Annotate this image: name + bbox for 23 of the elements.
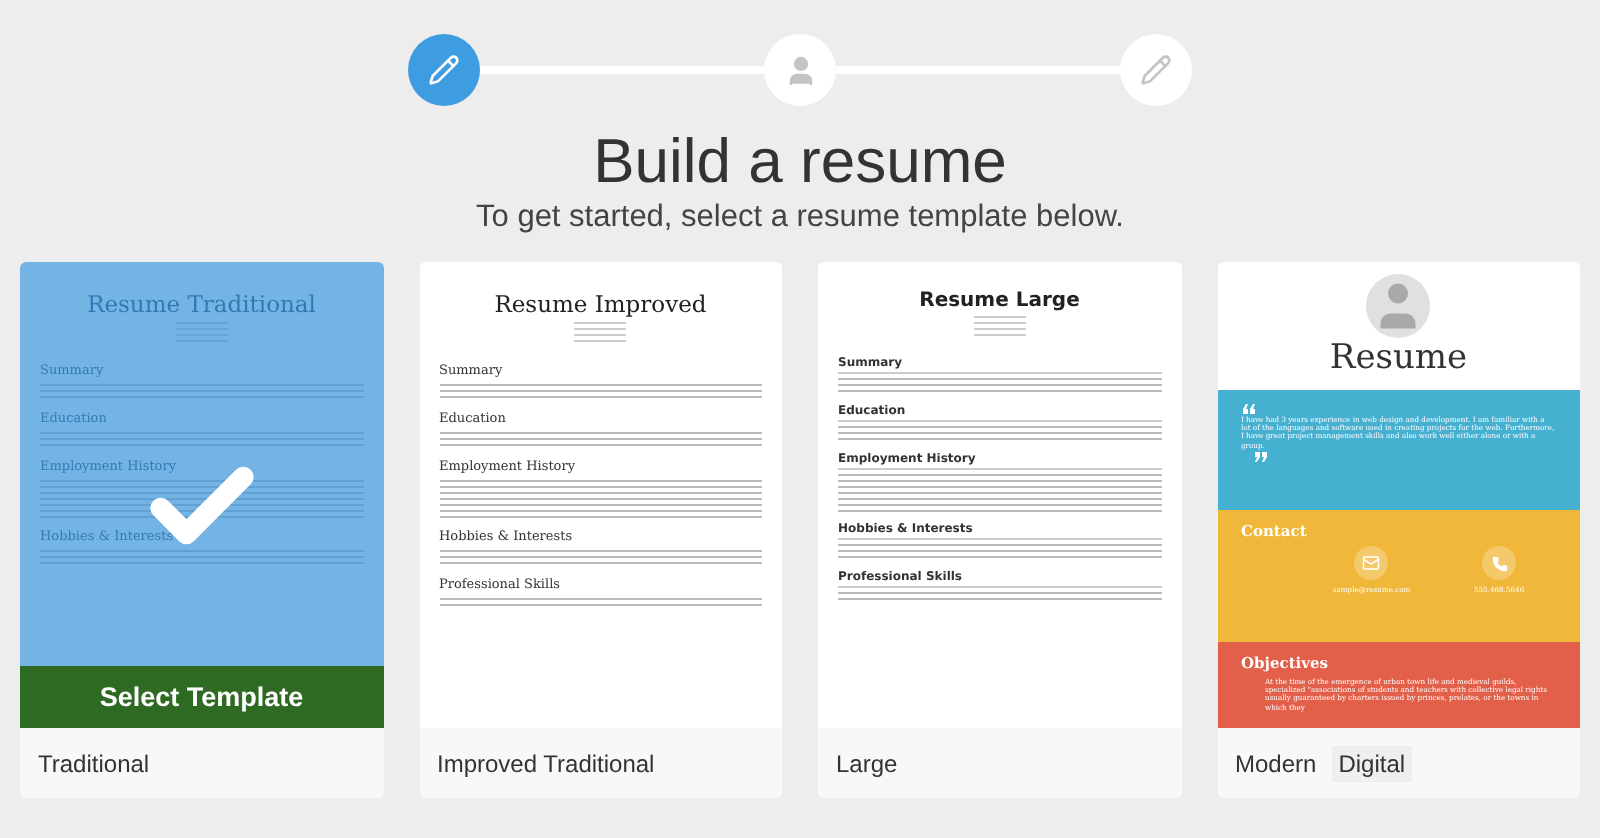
step-indicator[interactable] [408, 34, 480, 106]
mail-icon [1354, 546, 1389, 580]
pencil-icon [428, 54, 460, 86]
resume-title: Resume [1329, 338, 1468, 378]
template-label: Large [834, 747, 900, 781]
page-title: Build a resume [593, 126, 1007, 198]
quote-mark-icon [1241, 404, 1255, 414]
template-label: Improved Traditional [435, 747, 657, 781]
resume-title: Resume Improved [494, 290, 707, 318]
template-card[interactable] [1217, 262, 1580, 798]
pencil-icon [1140, 54, 1172, 86]
template-label: Modern [1233, 747, 1319, 781]
step-indicator[interactable] [1120, 34, 1192, 106]
page-subtitle: To get started, select a resume template below. [476, 198, 1124, 238]
template-label: Digital [1332, 745, 1412, 781]
step-indicator[interactable] [764, 34, 836, 106]
avatar-icon [1366, 274, 1431, 338]
resume-title: Resume Traditional [87, 290, 316, 318]
quote-mark-icon [1253, 451, 1267, 462]
resume-title: Resume Large [919, 290, 1080, 312]
phone-icon [1482, 546, 1517, 580]
select-template-button[interactable]: Select Template [20, 666, 383, 728]
template-label: Traditional [36, 747, 152, 781]
